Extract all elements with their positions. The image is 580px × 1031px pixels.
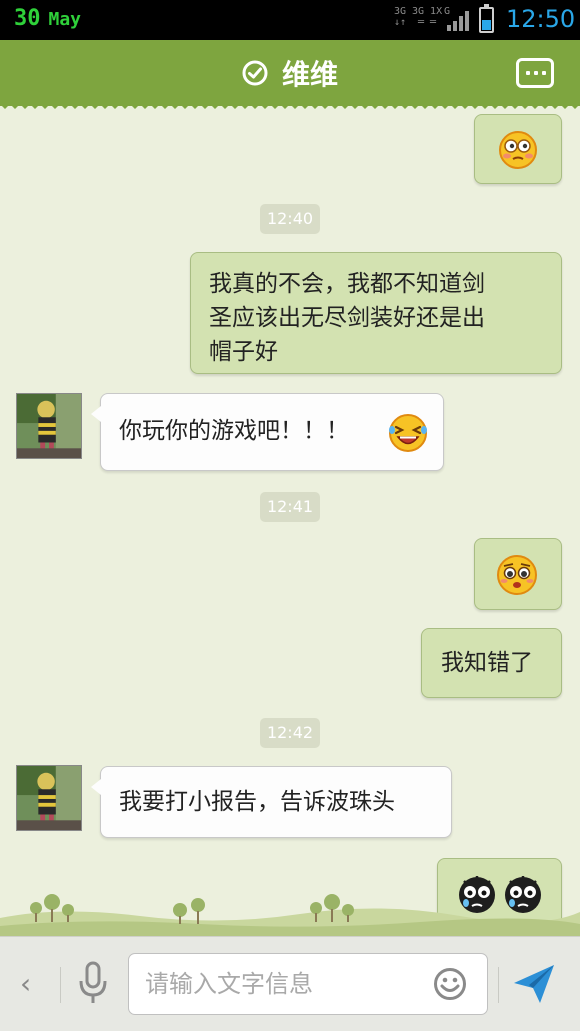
status-month: May	[48, 9, 82, 30]
message-text: 我真的不会，我都不知道剑 圣应该出无尽剑装好还是出 帽子好	[209, 271, 485, 365]
check-circle-icon	[242, 60, 268, 86]
contact-avatar[interactable]	[16, 393, 82, 459]
network-3g-1x-icon: 3G 1X ═ ═	[412, 6, 443, 28]
message-text: 你玩你的游戏吧！！！	[119, 418, 349, 444]
battery-icon	[479, 4, 494, 33]
message-bubble-sent[interactable]: 我知错了	[421, 628, 562, 698]
chat-header: 维维	[0, 40, 580, 106]
contact-name[interactable]: 维维	[282, 53, 338, 93]
timestamp: 12:41	[260, 492, 320, 522]
signal-icon	[445, 9, 469, 31]
message-list[interactable]: 12:40 我真的不会，我都不知道剑 圣应该出无尽剑装好还是出 帽子好 你玩你的…	[0, 106, 580, 936]
message-input[interactable]	[145, 962, 415, 1006]
message-bubble-received[interactable]: 你玩你的游戏吧！！！	[91, 393, 444, 471]
message-text: 我要打小报告，告诉波珠头	[119, 789, 395, 815]
divider	[498, 967, 499, 1003]
smiley-icon[interactable]	[433, 967, 467, 1001]
pleading-face-emoji	[497, 555, 537, 595]
flushed-face-emoji	[499, 131, 537, 169]
microphone-icon[interactable]	[78, 961, 108, 1005]
landscape-decoration	[0, 894, 580, 936]
chevron-left-icon[interactable]: ‹	[20, 967, 31, 1000]
input-bar: ‹	[0, 936, 580, 1031]
more-dots-icon[interactable]	[516, 58, 554, 88]
timestamp: 12:40	[260, 204, 320, 234]
message-text: 我知错了	[441, 650, 533, 676]
message-input-field[interactable]	[128, 953, 488, 1015]
divider	[60, 967, 61, 1003]
send-arrow-icon[interactable]	[512, 963, 556, 1005]
message-bubble-received[interactable]: 我要打小报告，告诉波珠头	[91, 766, 452, 838]
status-date: 30 May	[14, 6, 81, 31]
message-bubble-sent-emoji[interactable]	[474, 114, 562, 184]
network-3g-icon: 3G ↓↑	[394, 6, 407, 28]
contact-avatar[interactable]	[16, 765, 82, 831]
message-bubble-sent-emoji[interactable]	[474, 538, 562, 610]
laughing-face-emoji	[389, 414, 427, 452]
timestamp: 12:42	[260, 718, 320, 748]
status-bar: 30 May 3G ↓↑ 3G 1X ═ ═ G 12:50	[0, 0, 580, 40]
message-bubble-sent[interactable]: 我真的不会，我都不知道剑 圣应该出无尽剑装好还是出 帽子好	[190, 252, 562, 374]
status-day: 30	[14, 6, 41, 31]
status-time: 12:50	[506, 5, 576, 33]
